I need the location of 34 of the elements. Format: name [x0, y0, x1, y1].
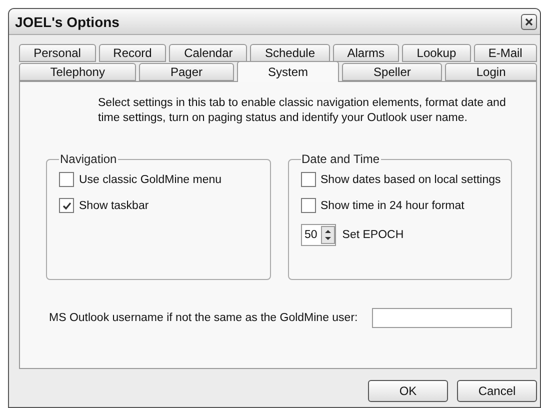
tab[interactable]: Alarms [332, 44, 400, 62]
check-icon [62, 200, 72, 210]
checkbox-label: Use classic GoldMine menu [79, 174, 222, 186]
tab[interactable]: E-Mail [474, 44, 537, 62]
checkbox-label: Show taskbar [79, 200, 149, 212]
tab[interactable]: Lookup [402, 44, 471, 62]
description-text: Select settings in this tab to enable classic navigation elements, format date and time settings, turn on paging status and identify your Outlook user name. [98, 96, 507, 126]
tab[interactable]: Speller [342, 63, 442, 81]
cancel-button[interactable]: Cancel [457, 380, 537, 402]
spin-arrows-icon[interactable] [321, 226, 336, 244]
close-button[interactable] [521, 14, 537, 30]
tab[interactable]: Login [445, 63, 537, 81]
close-icon [525, 18, 533, 26]
username-field[interactable] [372, 308, 512, 328]
field-label: MS Outlook username if not the same as the GoldMine user: [49, 312, 358, 324]
tab[interactable]: Telephony [19, 63, 136, 81]
group-title: Navigation [59, 152, 118, 166]
tab[interactable]: Calendar [169, 44, 248, 62]
tab[interactable]: Personal [19, 44, 96, 62]
checkbox[interactable] [59, 198, 74, 213]
checkbox-label: Show time in 24 hour format [320, 200, 464, 212]
checkbox[interactable] [300, 198, 316, 213]
tab[interactable]: Schedule [250, 44, 330, 62]
checkbox[interactable] [59, 172, 74, 187]
tab[interactable]: Record [98, 44, 166, 62]
checkbox-label: Show dates based on local settings [320, 174, 501, 186]
ok-button[interactable]: OK [368, 380, 448, 402]
tab[interactable]: System [236, 61, 340, 82]
number-spinner[interactable]: 50 [300, 224, 336, 246]
checkbox[interactable] [300, 172, 316, 187]
group-title: Date and Time [300, 152, 381, 166]
tab[interactable]: Pager [139, 63, 234, 81]
spinner-label: Set EPOCH [342, 229, 404, 241]
window-title: JOEL's Options [15, 14, 120, 30]
